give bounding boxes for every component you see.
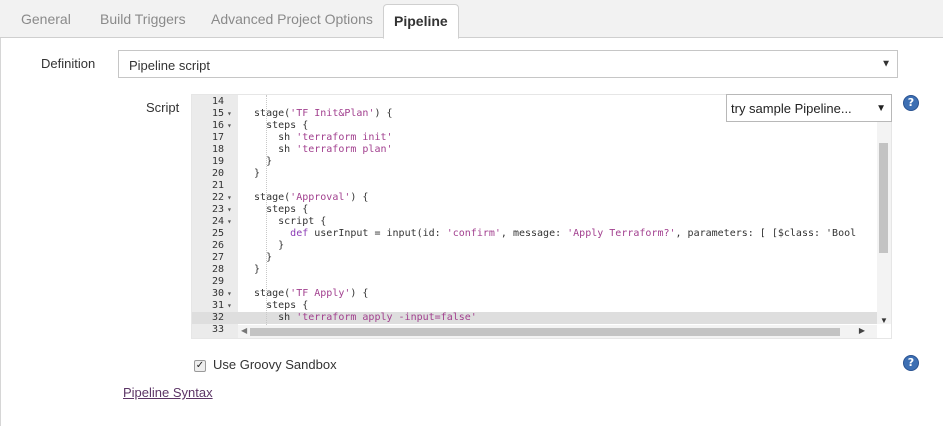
code-line[interactable]: 31 ▾ steps {: [192, 300, 878, 312]
line-number: 29: [211, 276, 224, 287]
vertical-scroll-thumb[interactable]: [879, 143, 888, 253]
code-text: }: [242, 264, 261, 275]
code-line[interactable]: 18 sh 'terraform plan': [192, 144, 878, 156]
tab-general[interactable]: General: [21, 11, 71, 27]
tab-pipeline[interactable]: Pipeline: [383, 4, 459, 39]
code-text: steps {: [242, 204, 309, 215]
line-number: 26: [211, 240, 224, 251]
code-text: }: [242, 168, 261, 179]
line-number: 23: [211, 204, 224, 215]
code-text: steps {: [242, 120, 309, 131]
scroll-corner: [877, 324, 891, 338]
fold-arrow-icon[interactable]: ▾: [227, 192, 235, 204]
line-number: 31: [211, 300, 224, 311]
line-number: 18: [211, 144, 224, 155]
code-line[interactable]: 20 }: [192, 168, 878, 180]
line-number: 25: [211, 228, 224, 239]
caret-down-icon: ▼: [876, 103, 886, 114]
line-number: 20: [211, 168, 224, 179]
fold-arrow-icon[interactable]: ▾: [227, 288, 235, 300]
indent-guide: [266, 95, 268, 325]
vertical-scrollbar[interactable]: ▼: [877, 95, 891, 326]
tab-advanced-project-options[interactable]: Advanced Project Options: [211, 11, 373, 27]
line-number: 15: [211, 108, 224, 119]
line-number: 33: [211, 324, 224, 335]
line-number: 28: [211, 264, 224, 275]
code-line[interactable]: 21: [192, 180, 878, 192]
tab-bar: General Build Triggers Advanced Project …: [0, 0, 943, 39]
line-number: 24: [211, 216, 224, 227]
line-number: 27: [211, 252, 224, 263]
code-text: stage('Approval') {: [242, 192, 369, 203]
script-label: Script: [146, 100, 180, 115]
definition-value: Pipeline script: [129, 58, 210, 73]
code-text: sh 'terraform apply -input=false': [242, 312, 477, 323]
code-line[interactable]: 24 ▾ script {: [192, 216, 878, 228]
definition-label: Definition: [41, 56, 96, 71]
sample-pipeline-value: try sample Pipeline...: [731, 101, 852, 116]
fold-arrow-icon[interactable]: ▾: [227, 204, 235, 216]
sample-pipeline-select[interactable]: try sample Pipeline... ▼: [726, 94, 892, 122]
script-editor[interactable]: 14 15 ▾ stage('TF Init&Plan') {16 ▾ steps {…: [191, 94, 892, 339]
tab-build-triggers[interactable]: Build Triggers: [100, 11, 186, 27]
line-number: 30: [211, 288, 224, 299]
code-line[interactable]: 23 ▾ steps {: [192, 204, 878, 216]
line-number: 14: [211, 96, 224, 107]
caret-down-icon: ▼: [881, 58, 891, 70]
fold-arrow-icon[interactable]: ▾: [227, 216, 235, 228]
horizontal-scroll-thumb[interactable]: [250, 328, 840, 336]
line-number: 21: [211, 180, 224, 191]
scroll-right-arrow-icon[interactable]: ▶: [859, 326, 865, 335]
code-line[interactable]: 30 ▾ stage('TF Apply') {: [192, 288, 878, 300]
code-line[interactable]: 27 }: [192, 252, 878, 264]
code-text: stage('TF Init&Plan') {: [242, 108, 393, 119]
code-text: sh 'terraform init': [242, 132, 393, 143]
line-number: 22: [211, 192, 224, 203]
line-number: 19: [211, 156, 224, 167]
section-border: [0, 38, 1, 426]
horizontal-scrollbar[interactable]: ◀ ▶: [238, 325, 878, 338]
pipeline-syntax-link[interactable]: Pipeline Syntax: [123, 385, 213, 400]
code-text: steps {: [242, 300, 309, 311]
code-line[interactable]: 19 }: [192, 156, 878, 168]
sandbox-label: Use Groovy Sandbox: [213, 357, 337, 372]
fold-arrow-icon[interactable]: ▾: [227, 300, 235, 312]
code-line[interactable]: 28 }: [192, 264, 878, 276]
code-text: }: [242, 240, 285, 251]
code-line[interactable]: 29: [192, 276, 878, 288]
line-number: 32: [211, 312, 224, 323]
fold-arrow-icon[interactable]: ▾: [227, 108, 235, 120]
code-line[interactable]: 22 ▾ stage('Approval') {: [192, 192, 878, 204]
code-text: script {: [242, 216, 327, 227]
code-lines: 14 15 ▾ stage('TF Init&Plan') {16 ▾ steps {…: [192, 96, 878, 336]
code-line[interactable]: 25 def userInput = input(id: 'confirm', …: [192, 228, 878, 240]
script-help-icon[interactable]: ?: [903, 95, 919, 111]
code-line[interactable]: 17 sh 'terraform init': [192, 132, 878, 144]
code-text: stage('TF Apply') {: [242, 288, 369, 299]
line-number: 16: [211, 120, 224, 131]
scroll-left-arrow-icon[interactable]: ◀: [241, 326, 247, 335]
code-line[interactable]: 32 sh 'terraform apply -input=false': [192, 312, 878, 324]
definition-select[interactable]: Pipeline script ▼: [118, 50, 898, 78]
sandbox-checkbox[interactable]: ✓: [194, 360, 206, 372]
code-text: def userInput = input(id: 'confirm', mes…: [290, 228, 857, 239]
code-text: sh 'terraform plan': [242, 144, 393, 155]
fold-arrow-icon[interactable]: ▾: [227, 120, 235, 132]
code-line[interactable]: 26 }: [192, 240, 878, 252]
sandbox-help-icon[interactable]: ?: [903, 355, 919, 371]
line-number: 17: [211, 132, 224, 143]
